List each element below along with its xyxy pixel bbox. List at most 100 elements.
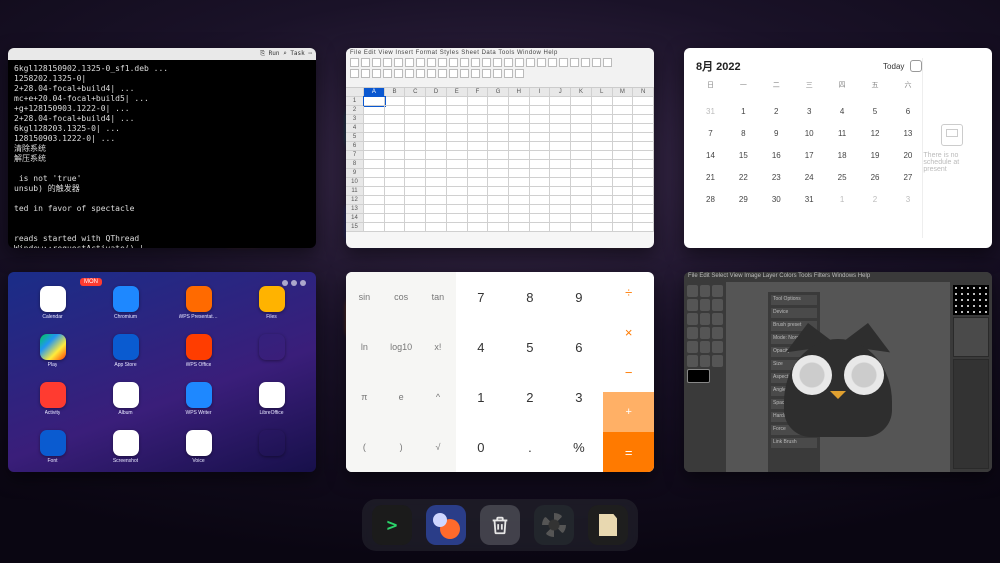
- gimp-color-swatch[interactable]: [687, 369, 710, 383]
- sheet-cell: [488, 178, 509, 187]
- calendar-day: 1: [729, 102, 758, 122]
- sheet-cell: [447, 124, 468, 133]
- overview-card-calculator[interactable]: sincostanlnlog10x! πe^ ()√ 7894561230.% ÷×…: [346, 272, 654, 472]
- calc-key-e[interactable]: e: [383, 372, 420, 422]
- calc-key-.[interactable]: .: [505, 422, 554, 472]
- home-app[interactable]: App Store: [91, 334, 160, 378]
- gimp-tool-icon[interactable]: [700, 341, 711, 353]
- dock-app-notes[interactable]: [588, 505, 628, 545]
- overview-card-spreadsheet[interactable]: File Edit View Insert Format Styles Shee…: [346, 48, 654, 248]
- gimp-tool-icon[interactable]: [700, 285, 711, 297]
- home-app-label: Voice: [192, 458, 204, 464]
- calc-key-7[interactable]: 7: [456, 272, 505, 322]
- gimp-tool-icon[interactable]: [700, 327, 711, 339]
- dock-app-trash[interactable]: [480, 505, 520, 545]
- gimp-tool-icon[interactable]: [712, 341, 723, 353]
- sheet-cell: [613, 205, 634, 214]
- calc-key-0[interactable]: 0: [456, 422, 505, 472]
- gimp-tool-icon[interactable]: [700, 355, 711, 367]
- calc-key-√[interactable]: √: [420, 422, 457, 472]
- gimp-tool-icon[interactable]: [712, 327, 723, 339]
- home-app[interactable]: [237, 430, 306, 472]
- home-app[interactable]: [237, 334, 306, 378]
- dock-app-terminal[interactable]: [372, 505, 412, 545]
- spreadsheet-menu: File Edit View Insert Format Styles Shee…: [350, 50, 650, 56]
- sheet-cell: [385, 196, 406, 205]
- home-app[interactable]: Play: [18, 334, 87, 378]
- calc-key-÷[interactable]: ÷: [603, 272, 654, 312]
- calc-key-([interactable]: (: [346, 422, 383, 472]
- gimp-tool-icon[interactable]: [712, 299, 723, 311]
- calc-key-x![interactable]: x!: [420, 322, 457, 372]
- dock-app-messages[interactable]: [426, 505, 466, 545]
- calendar-day: 15: [729, 146, 758, 166]
- calc-key-^[interactable]: ^: [420, 372, 457, 422]
- home-app[interactable]: WPS Writer: [164, 382, 233, 426]
- calendar-day: 8: [729, 124, 758, 144]
- gimp-tool-icon[interactable]: [687, 285, 698, 297]
- sheet-cell: [468, 214, 489, 223]
- home-app[interactable]: Voice: [164, 430, 233, 472]
- dock-app-settings[interactable]: [534, 505, 574, 545]
- gimp-tool-icon[interactable]: [687, 313, 698, 325]
- sheet-cell: [364, 214, 385, 223]
- gimp-tool-icon[interactable]: [712, 355, 723, 367]
- calc-key-π[interactable]: π: [346, 372, 383, 422]
- gimp-tool-icon[interactable]: [687, 299, 698, 311]
- calc-key-−[interactable]: −: [603, 352, 654, 392]
- sheet-cell: [447, 214, 468, 223]
- calc-key-3[interactable]: 3: [554, 372, 603, 422]
- calc-key-4[interactable]: 4: [456, 322, 505, 372]
- sheet-cell: [509, 124, 530, 133]
- calc-key-6[interactable]: 6: [554, 322, 603, 372]
- gimp-tool-icon[interactable]: [700, 299, 711, 311]
- calc-key-2[interactable]: 2: [505, 372, 554, 422]
- overview-card-gimp[interactable]: File Edit Select View Image Layer Colors…: [684, 272, 992, 472]
- home-app[interactable]: Calendar: [18, 286, 87, 330]
- calc-key-)[interactable]: ): [383, 422, 420, 472]
- home-app-icon: [186, 430, 212, 456]
- home-app[interactable]: Chromium: [91, 286, 160, 330]
- home-app-icon: [40, 382, 66, 408]
- calc-key-ln[interactable]: ln: [346, 322, 383, 372]
- home-app[interactable]: Screenshot: [91, 430, 160, 472]
- home-app[interactable]: WPS Presentation: [164, 286, 233, 330]
- calc-key-cos[interactable]: cos: [383, 272, 420, 322]
- gimp-tool-icon[interactable]: [712, 313, 723, 325]
- gimp-tool-icon[interactable]: [687, 327, 698, 339]
- home-app[interactable]: WPS Office: [164, 334, 233, 378]
- gimp-tool-icon[interactable]: [700, 313, 711, 325]
- sheet-cell: [468, 160, 489, 169]
- home-app[interactable]: Album: [91, 382, 160, 426]
- calendar-day: 13: [893, 124, 922, 144]
- home-app[interactable]: LibreOffice: [237, 382, 306, 426]
- calc-key-+[interactable]: +: [603, 392, 654, 432]
- calc-key-5[interactable]: 5: [505, 322, 554, 372]
- calc-key-×[interactable]: ×: [603, 312, 654, 352]
- sheet-cell: [488, 151, 509, 160]
- overview-card-calendar[interactable]: 8月 2022 Today 日一二三四五六3112345678910111213…: [684, 48, 992, 248]
- home-app-grid: CalendarChromiumWPS PresentationFiles Pla…: [18, 286, 306, 472]
- home-app[interactable]: Font: [18, 430, 87, 472]
- home-app[interactable]: Files: [237, 286, 306, 330]
- calc-key-9[interactable]: 9: [554, 272, 603, 322]
- gimp-tool-icon[interactable]: [687, 341, 698, 353]
- sheet-cell: [613, 178, 634, 187]
- sheet-cell: [633, 169, 654, 178]
- home-app[interactable]: Activity: [18, 382, 87, 426]
- calc-key-=[interactable]: =: [603, 432, 654, 472]
- sheet-cell: [447, 187, 468, 196]
- gimp-tool-icon[interactable]: [712, 285, 723, 297]
- calc-key-1[interactable]: 1: [456, 372, 505, 422]
- calc-key-log10[interactable]: log10: [383, 322, 420, 372]
- overview-card-homescreen[interactable]: MON CalendarChromiumWPS PresentationFile…: [8, 272, 316, 472]
- calc-key-tan[interactable]: tan: [420, 272, 457, 322]
- calc-key-sin[interactable]: sin: [346, 272, 383, 322]
- overview-card-terminal[interactable]: ⎘ Run ⌕ Task ⋯ 6kgl128150902.1325-0_sf1.…: [8, 48, 316, 248]
- gimp-tool-icon[interactable]: [687, 355, 698, 367]
- sheet-cell: [571, 106, 592, 115]
- calc-key-8[interactable]: 8: [505, 272, 554, 322]
- sheet-cell: [613, 187, 634, 196]
- calc-key-%[interactable]: %: [554, 422, 603, 472]
- sheet-cell: [571, 133, 592, 142]
